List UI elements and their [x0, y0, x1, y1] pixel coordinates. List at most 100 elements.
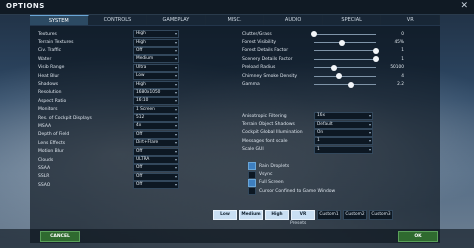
slider-value: 2.2	[397, 82, 404, 88]
setting-row-depth-of-field: Depth of Field Off	[38, 130, 179, 139]
setting-row-anisotropic-filtering: Anisotropic Filtering 16x	[242, 112, 373, 121]
messages-font-scale-dropdown[interactable]: 1	[314, 137, 373, 146]
vsync-checkbox[interactable]	[248, 170, 256, 179]
slider-value: 50100	[390, 65, 404, 71]
checkbox-row-vsync: Vsync	[248, 170, 335, 179]
lens-effects-dropdown[interactable]: Dirt+Flare	[133, 139, 179, 148]
slider-label: Gamma	[242, 82, 260, 88]
visib-range-dropdown[interactable]: Ultra	[133, 63, 179, 72]
right-dropdown-column: Anisotropic Filtering16xTerrain Object S…	[242, 112, 373, 154]
setting-row-aspect-ratio: Aspect Ratio 16:10	[38, 97, 179, 106]
setting-label: Water	[38, 56, 52, 62]
setting-label: Civ. Traffic	[38, 48, 62, 54]
preset-custom2-button[interactable]: Custom2	[343, 210, 367, 220]
checkbox-row-rain-droplets: Rain Droplets	[248, 162, 335, 171]
heat-blur-dropdown[interactable]: Low	[133, 72, 179, 81]
preset-buttons: Low Medium High VR Custom1 Custom2 Custom3	[213, 210, 393, 220]
setting-label: SSAA	[38, 165, 51, 171]
setting-label: Scale GUI	[242, 147, 264, 153]
preset-low-button[interactable]: Low	[213, 210, 237, 220]
ssao-dropdown[interactable]: Off	[133, 181, 179, 190]
cancel-button[interactable]: CANCEL	[40, 231, 80, 242]
res-of-cockpit-displays-dropdown[interactable]: 512	[133, 114, 179, 123]
setting-label: Monitors	[38, 107, 58, 113]
checkbox-column: Rain Droplets Vsync Full Screen Cursor Conf…	[248, 162, 335, 196]
slider-knob[interactable]	[335, 73, 342, 80]
msaa-dropdown[interactable]: 4x	[133, 122, 179, 131]
slider-row-forest-visibility: Forest Visibility 45%	[242, 38, 404, 46]
water-dropdown[interactable]: Medium	[133, 55, 179, 64]
setting-label: Depth of Field	[38, 132, 70, 138]
setting-label: Heat Blur	[38, 73, 60, 79]
slider-value: 0	[401, 31, 404, 37]
scale-gui-dropdown[interactable]: 1	[314, 145, 373, 154]
tab-misc[interactable]: MISC.	[205, 15, 265, 25]
close-icon[interactable]: ✕	[460, 1, 468, 11]
civ-traffic-dropdown[interactable]: Off	[133, 46, 179, 55]
clutter-grass-slider[interactable]	[311, 31, 376, 38]
setting-label: Clouds	[38, 157, 54, 163]
preset-vr-button[interactable]: VR	[291, 210, 315, 220]
cursor-confined-to-game-window-checkbox[interactable]	[248, 187, 256, 196]
setting-row-sslr: SSLR Off	[38, 172, 179, 181]
forest-visibility-slider[interactable]	[314, 39, 376, 46]
setting-row-monitors: Monitors 1 Screen	[38, 105, 179, 114]
rain-droplets-checkbox[interactable]	[248, 162, 256, 171]
tab-system[interactable]: SYSTEM	[30, 15, 89, 25]
terrain-textures-dropdown[interactable]: High	[133, 38, 179, 47]
setting-label: Resolution	[38, 90, 62, 96]
terrain-object-shadows-dropdown[interactable]: Default	[314, 120, 373, 129]
setting-row-shadows: Shadows High	[38, 80, 179, 89]
slider-knob[interactable]	[338, 39, 345, 46]
ssaa-dropdown[interactable]: Off	[133, 164, 179, 173]
slider-label: Chimney Smoke Density	[242, 73, 298, 79]
slider-knob[interactable]	[311, 31, 317, 38]
clouds-dropdown[interactable]: ULTRA	[133, 156, 179, 165]
setting-row-lens-effects: Lens Effects Dirt+Flare	[38, 139, 179, 148]
preload-radius-slider[interactable]	[314, 64, 376, 71]
shadows-dropdown[interactable]: High	[133, 80, 179, 89]
slider-track	[314, 67, 376, 69]
gamma-slider[interactable]	[314, 81, 376, 88]
anisotropic-filtering-dropdown[interactable]: 16x	[314, 112, 373, 121]
full-screen-checkbox[interactable]	[248, 178, 256, 187]
setting-label: Messages font scale	[242, 138, 288, 144]
setting-row-visib-range: Visib Range Ultra	[38, 63, 179, 72]
motion-blur-dropdown[interactable]: Off	[133, 147, 179, 156]
ok-button[interactable]: OK	[398, 231, 438, 242]
slider-knob[interactable]	[348, 81, 355, 88]
resolution-dropdown[interactable]: 1680x1050	[133, 88, 179, 97]
slider-track	[314, 84, 376, 86]
preset-custom1-button[interactable]: Custom1	[317, 210, 341, 220]
chimney-smoke-density-slider[interactable]	[314, 73, 376, 80]
slider-knob[interactable]	[373, 47, 379, 54]
cockpit-global-illumination-dropdown[interactable]: On	[314, 128, 373, 137]
tab-special[interactable]: SPECIAL	[322, 15, 382, 25]
preset-high-button[interactable]: High	[265, 210, 289, 220]
setting-label: Anisotropic Filtering	[242, 113, 287, 119]
tab-vr[interactable]: VR	[381, 15, 441, 25]
tab-bar: SYSTEM CONTROLS GAMEPLAY MISC. AUDIO SPE…	[30, 15, 441, 25]
scenery-details-factor-slider[interactable]	[314, 56, 379, 63]
checkbox-row-full-screen: Full Screen	[248, 178, 335, 187]
forest-details-factor-slider[interactable]	[314, 47, 379, 54]
slider-row-scenery-details-factor: Scenery Details Factor 1	[242, 55, 404, 63]
setting-row-motion-blur: Motion Blur Off	[38, 147, 179, 156]
setting-label: Shadows	[38, 82, 59, 88]
aspect-ratio-dropdown[interactable]: 16:10	[133, 97, 179, 106]
slider-row-clutter-grass: Clutter/Grass 0	[242, 30, 404, 38]
preset-custom3-button[interactable]: Custom3	[369, 210, 393, 220]
slider-knob[interactable]	[331, 64, 338, 71]
slider-value: 1	[401, 48, 404, 54]
monitors-dropdown[interactable]: 1 Screen	[133, 105, 179, 114]
setting-row-textures: Textures High	[38, 30, 179, 39]
depth-of-field-dropdown[interactable]: Off	[133, 130, 179, 139]
textures-dropdown[interactable]: High	[133, 30, 179, 39]
preset-medium-button[interactable]: Medium	[239, 210, 263, 220]
slider-track	[314, 33, 376, 35]
tab-audio[interactable]: AUDIO	[264, 15, 323, 25]
sslr-dropdown[interactable]: Off	[133, 172, 179, 181]
checkbox-label: Cursor Confined to Game Window	[259, 188, 336, 194]
tab-controls[interactable]: CONTROLS	[88, 15, 148, 25]
tab-gameplay[interactable]: GAMEPLAY	[147, 15, 206, 25]
